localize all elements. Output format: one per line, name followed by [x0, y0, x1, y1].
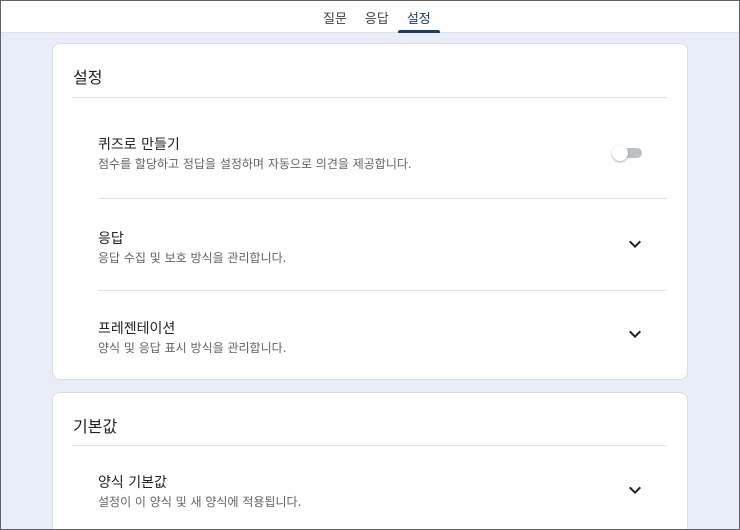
- defaults-card: 기본값 양식 기본값 설정이 이 양식 및 새 양식에 적용됩니다.: [52, 392, 688, 529]
- settings-card: 설정 퀴즈로 만들기 점수를 할당하고 정답을 설정하며 자동으로 의견을 제공…: [52, 43, 688, 380]
- row-divider: [98, 198, 667, 199]
- settings-card-title: 설정: [73, 68, 103, 87]
- setting-row-responses[interactable]: 응답 응답 수집 및 보호 방식을 관리합니다.: [98, 228, 667, 288]
- setting-row-form-defaults[interactable]: 양식 기본값 설정이 이 양식 및 새 양식에 적용됩니다.: [98, 472, 667, 529]
- app-window: 질문 응답 설정 설정 퀴즈로 만들기 점수를 할당하고 정답을 설정하며 자동…: [0, 0, 740, 530]
- tab-questions[interactable]: 질문: [314, 1, 356, 32]
- setting-desc-form-defaults: 설정이 이 양식 및 새 양식에 적용됩니다.: [98, 495, 302, 509]
- setting-title-quiz: 퀴즈로 만들기: [98, 137, 180, 153]
- title-divider: [73, 97, 667, 98]
- title-divider: [73, 445, 667, 446]
- row-divider: [98, 290, 667, 291]
- setting-title-responses: 응답: [98, 231, 124, 247]
- setting-desc-quiz: 점수를 할당하고 정답을 설정하며 자동으로 의견을 제공합니다.: [98, 157, 412, 171]
- top-tab-bar: 질문 응답 설정: [1, 1, 739, 33]
- setting-row-quiz[interactable]: 퀴즈로 만들기 점수를 할당하고 정답을 설정하며 자동으로 의견을 제공합니다…: [98, 134, 667, 194]
- chevron-down-icon[interactable]: [623, 232, 647, 256]
- toggle-thumb: [612, 145, 628, 161]
- setting-desc-presentation: 양식 및 응답 표시 방식을 관리합니다.: [98, 341, 287, 355]
- setting-title-form-defaults: 양식 기본값: [98, 475, 167, 491]
- defaults-card-title: 기본값: [73, 417, 118, 436]
- setting-row-presentation[interactable]: 프레젠테이션 양식 및 응답 표시 방식을 관리합니다.: [98, 318, 667, 378]
- setting-desc-responses: 응답 수집 및 보호 방식을 관리합니다.: [98, 251, 287, 265]
- quiz-toggle[interactable]: [612, 145, 642, 161]
- chevron-down-icon[interactable]: [623, 478, 647, 502]
- chevron-down-icon[interactable]: [623, 322, 647, 346]
- tab-list: 질문 응답 설정: [314, 1, 440, 33]
- tab-responses[interactable]: 응답: [356, 1, 398, 32]
- tab-settings[interactable]: 설정: [397, 1, 440, 33]
- setting-title-presentation: 프레젠테이션: [98, 321, 176, 337]
